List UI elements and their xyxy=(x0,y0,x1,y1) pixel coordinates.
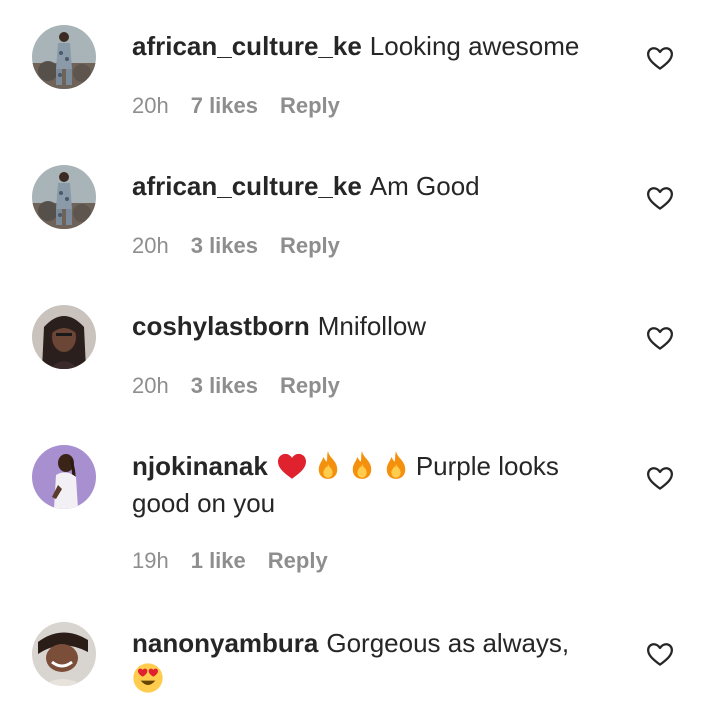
reply-button[interactable]: Reply xyxy=(268,548,328,573)
comment-body: Looking awesome xyxy=(369,31,580,61)
reply-button[interactable]: Reply xyxy=(280,93,340,118)
heart-eyes-emoji xyxy=(132,662,164,694)
comment-meta: 19h 1 like Reply xyxy=(132,548,328,574)
reply-button[interactable]: Reply xyxy=(280,233,340,258)
reply-button[interactable]: Reply xyxy=(280,373,340,398)
fire-emoji xyxy=(382,450,410,480)
comment-time: 19h xyxy=(132,548,169,573)
avatar[interactable] xyxy=(32,165,96,229)
comment-text: coshylastborn Mnifollow xyxy=(132,308,612,345)
heart-outline-icon[interactable] xyxy=(645,463,675,493)
avatar[interactable] xyxy=(32,25,96,89)
avatar[interactable] xyxy=(32,622,96,686)
comment-likes-link[interactable]: 3 likes xyxy=(191,233,258,258)
fire-emoji xyxy=(348,450,376,480)
avatar[interactable] xyxy=(32,445,96,509)
comment-username[interactable]: african_culture_ke xyxy=(132,171,362,201)
avatar[interactable] xyxy=(32,305,96,369)
comment-body: Gorgeous as always, xyxy=(326,628,570,658)
heart-outline-icon[interactable] xyxy=(645,323,675,353)
fire-emoji xyxy=(314,450,342,480)
red-heart-emoji xyxy=(276,452,308,480)
comment-text: njokinanak Purple looks good on you xyxy=(132,448,612,522)
comment-meta: 20h 3 likes Reply xyxy=(132,373,340,399)
comment-text: nanonyambura Gorgeous as always, xyxy=(132,625,612,699)
comment-username[interactable]: coshylastborn xyxy=(132,311,310,341)
comment-body: Mnifollow xyxy=(317,311,427,341)
comment-username[interactable]: njokinanak xyxy=(132,451,268,481)
comment-username[interactable]: african_culture_ke xyxy=(132,31,362,61)
comment-time: 20h xyxy=(132,373,169,398)
comment-time: 20h xyxy=(132,233,169,258)
comment-likes-link[interactable]: 7 likes xyxy=(191,93,258,118)
comment-time: 20h xyxy=(132,93,169,118)
comment-text: african_culture_ke Am Good xyxy=(132,168,612,205)
comment-likes-link[interactable]: 1 like xyxy=(191,548,246,573)
comment-meta: 20h 3 likes Reply xyxy=(132,233,340,259)
comment-username[interactable]: nanonyambura xyxy=(132,628,318,658)
heart-outline-icon[interactable] xyxy=(645,639,675,669)
heart-outline-icon[interactable] xyxy=(645,183,675,213)
heart-outline-icon[interactable] xyxy=(645,43,675,73)
comment-meta: 20h 7 likes Reply xyxy=(132,93,340,119)
comment-body: Am Good xyxy=(369,171,480,201)
comment-text: african_culture_ke Looking awesome xyxy=(132,28,612,65)
comment-likes-link[interactable]: 3 likes xyxy=(191,373,258,398)
